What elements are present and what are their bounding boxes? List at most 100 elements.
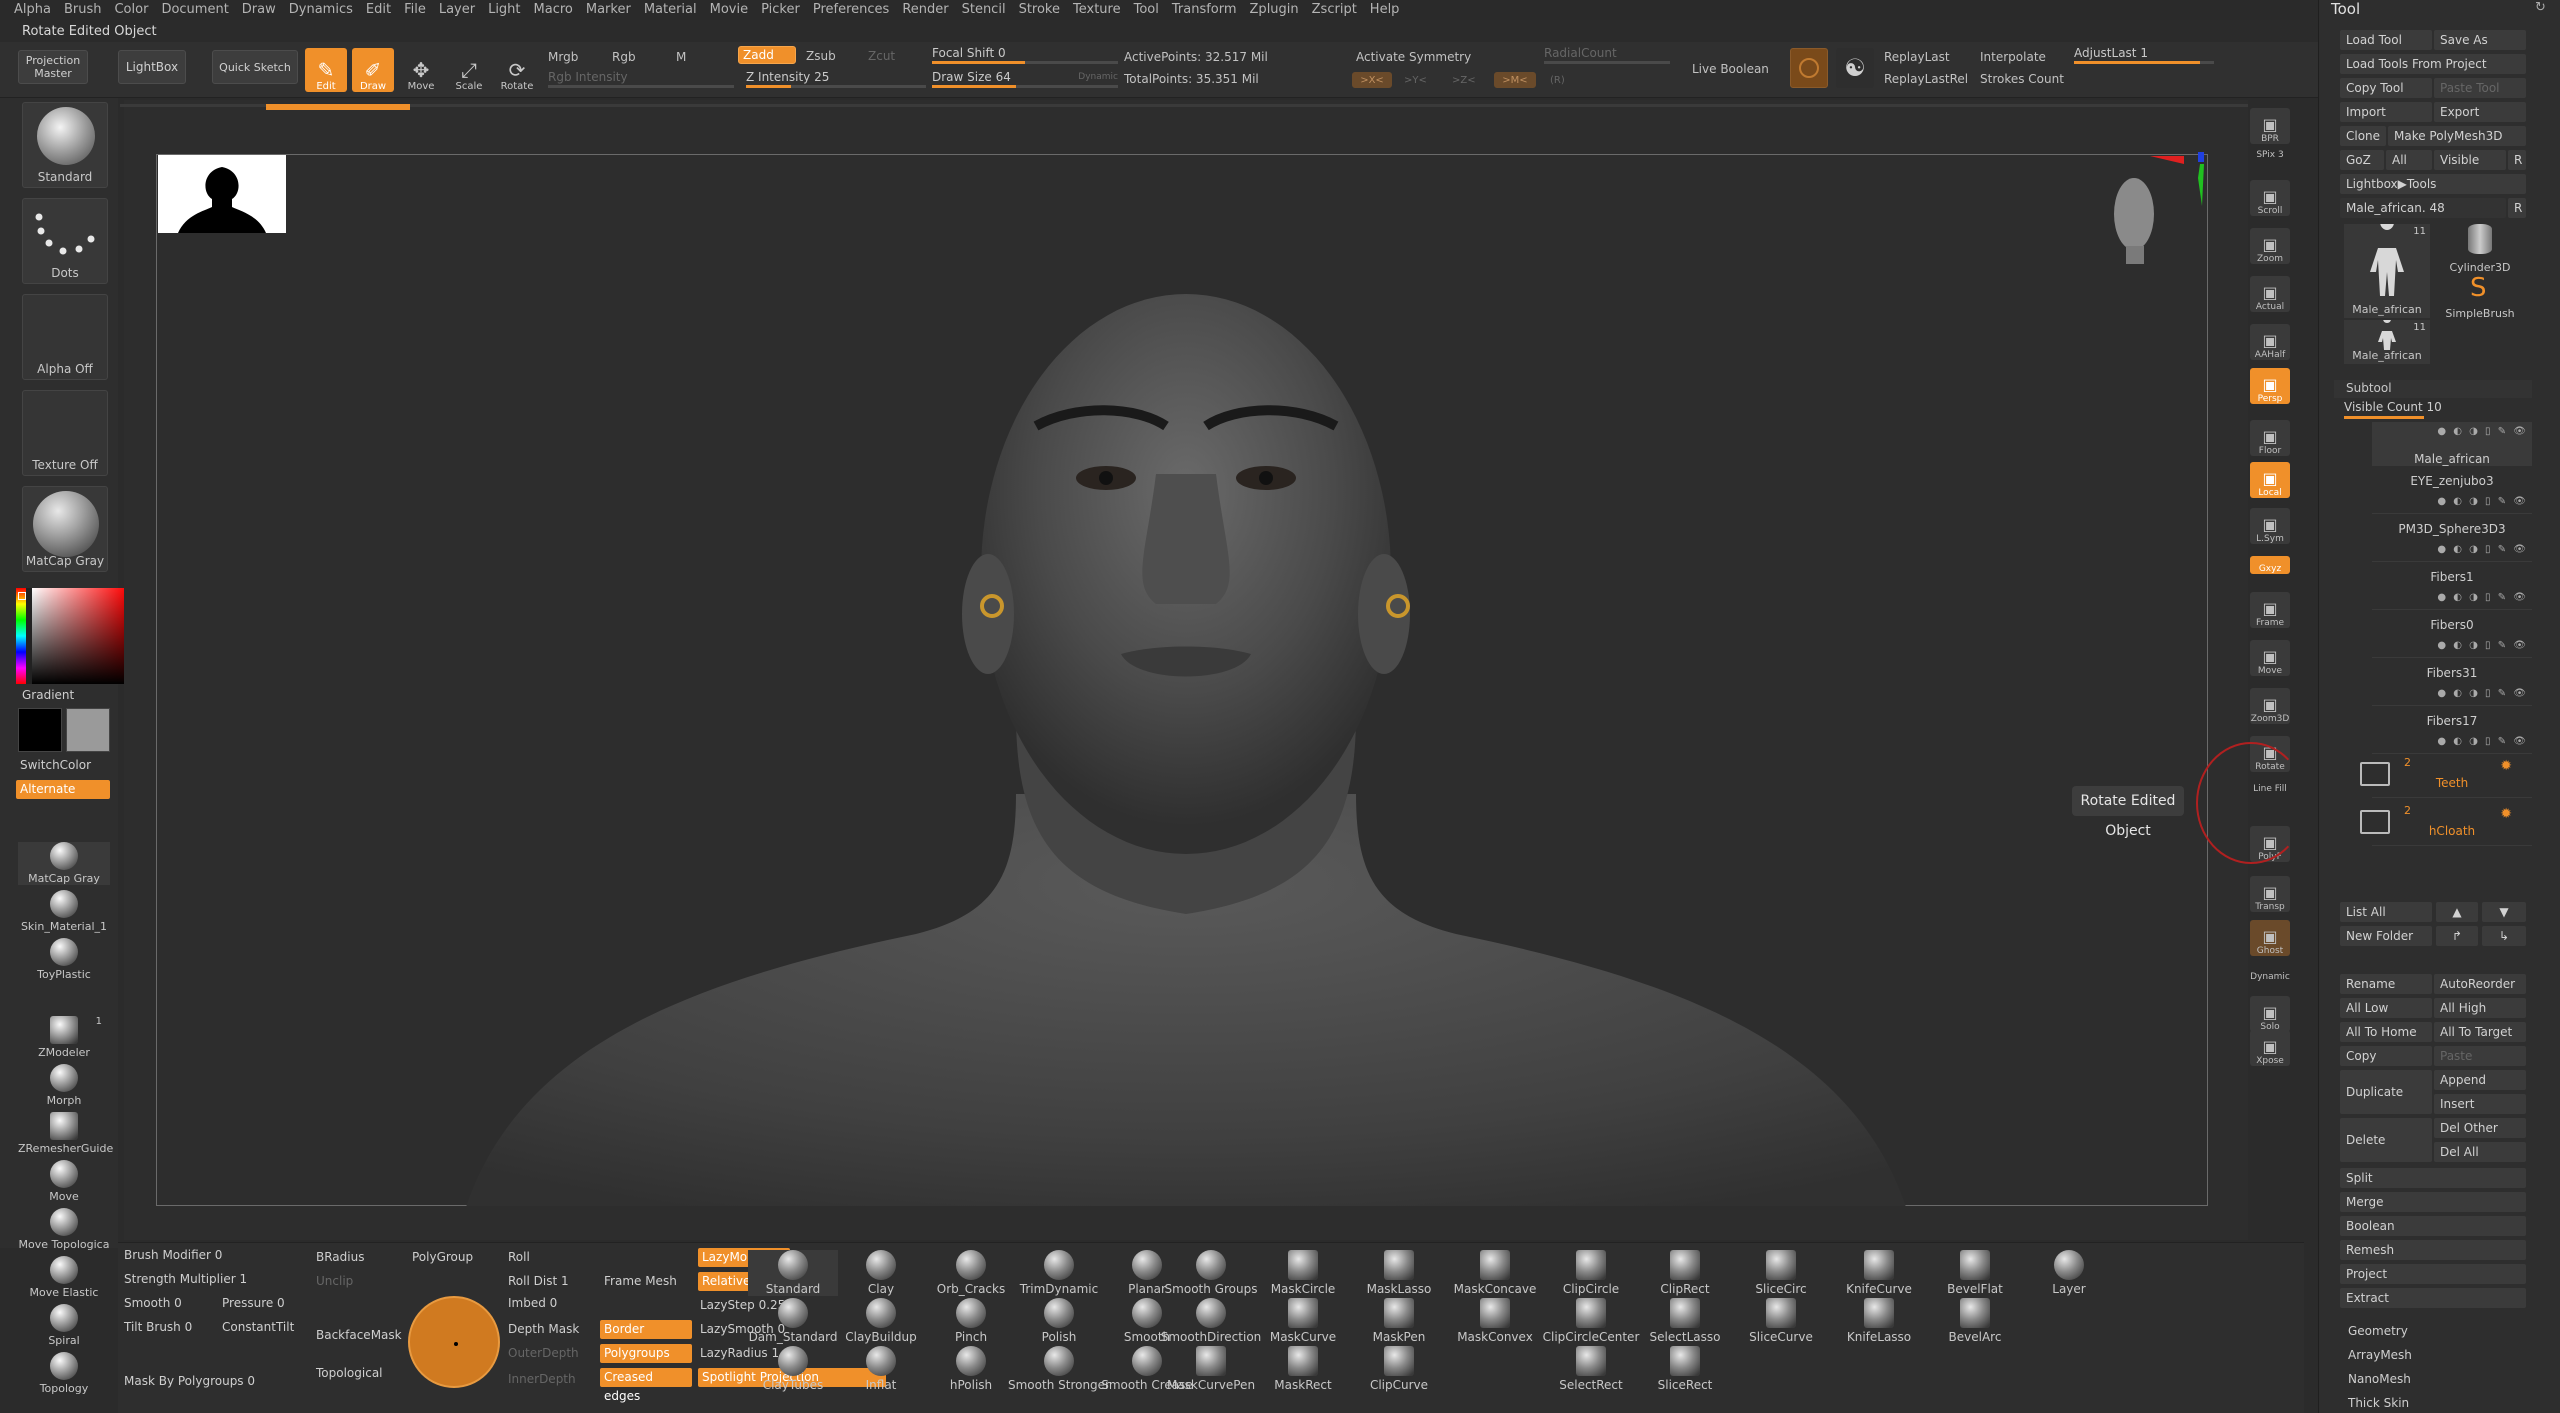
rgb-button[interactable]: Rgb	[612, 50, 636, 64]
brush-orb-cracks[interactable]: Orb_Cracks	[926, 1250, 1016, 1296]
menu-file[interactable]: File	[404, 0, 439, 20]
subtool-row-male-african[interactable]: Male_african ● ◐ ◑ ▯ ✎ 👁	[2372, 422, 2532, 466]
brush-pinch[interactable]: Pinch	[926, 1298, 1016, 1344]
goz-visible-button[interactable]: Visible	[2434, 150, 2506, 170]
subtool-row-fibers1[interactable]: Fibers1 ● ◐ ◑ ▯ ✎ 👁	[2372, 566, 2532, 610]
radial-count-slider[interactable]: RadialCount	[1544, 46, 1670, 64]
constant-tilt-button[interactable]: ConstantTilt	[222, 1320, 294, 1334]
brush-maskpen[interactable]: MaskPen	[1354, 1298, 1444, 1344]
brush-clipcurve[interactable]: ClipCurve	[1354, 1346, 1444, 1392]
save-as-button[interactable]: Save As	[2434, 30, 2526, 50]
tool-thumb-male-african-2[interactable]: 11 Male_african	[2344, 315, 2430, 364]
brush-modifier-slider[interactable]: Brush Modifier 0	[124, 1248, 222, 1262]
sym-z-button[interactable]: >Z<	[1452, 74, 1476, 88]
menu-dynamics[interactable]: Dynamics	[289, 0, 366, 20]
sym-x-button[interactable]: >X<	[1352, 72, 1392, 88]
menu-document[interactable]: Document	[161, 0, 241, 20]
section-nanomesh[interactable]: NanoMesh	[2348, 1372, 2411, 1386]
smooth-slider[interactable]: Smooth 0	[124, 1296, 182, 1310]
brush-slicecirc[interactable]: SliceCirc	[1736, 1250, 1826, 1296]
shelf-spix-3-button[interactable]: SPix 3	[2250, 142, 2290, 160]
make-polymesh-button[interactable]: Make PolyMesh3D	[2388, 126, 2526, 146]
tool-slot-move-elastic[interactable]: Move Elastic	[18, 1256, 110, 1299]
brush-maskconvex[interactable]: MaskConvex	[1450, 1298, 1540, 1344]
move-down-button[interactable]: ▼	[2482, 902, 2526, 922]
subtool-visibility-icon[interactable]: ● ◐ ◑ ▯ ✎ 👁	[2437, 496, 2528, 509]
material-slot-toyplastic[interactable]: ToyPlastic	[18, 938, 110, 981]
tool-slot-move-topologica[interactable]: Move Topologica	[18, 1208, 110, 1251]
border-button[interactable]: Border	[600, 1320, 692, 1339]
pressure-slider[interactable]: Pressure 0	[222, 1296, 285, 1310]
move-up-button[interactable]: ▲	[2436, 902, 2478, 922]
zsub-button[interactable]: Zsub	[806, 49, 836, 63]
copy-subtool-button[interactable]: Copy	[2340, 1046, 2432, 1066]
merge-button[interactable]: Merge	[2340, 1192, 2526, 1212]
tool-thumb-cylinder3d[interactable]: Cylinder3D	[2434, 224, 2526, 274]
paste-tool-button[interactable]: Paste Tool	[2434, 78, 2526, 98]
shelf-l-sym-button[interactable]: ▣ L.Sym	[2250, 508, 2290, 544]
alternate-button[interactable]: Alternate	[16, 780, 110, 799]
brush-hpolish[interactable]: hPolish	[926, 1346, 1016, 1392]
projection-master-button[interactable]: Projection Master	[18, 50, 88, 84]
texture-picker[interactable]: Texture Off	[22, 390, 108, 476]
menu-stroke[interactable]: Stroke	[1019, 0, 1073, 20]
rgb-intensity-slider[interactable]: Rgb Intensity	[548, 70, 734, 88]
tool-thumb-male-african[interactable]: 11 Male_african	[2344, 214, 2430, 318]
tool-slot-zmodeler[interactable]: ZModeler 1	[18, 1016, 110, 1059]
all-high-button[interactable]: All High	[2434, 998, 2526, 1018]
all-to-home-button[interactable]: All To Home	[2340, 1022, 2432, 1042]
brush-maskcurve[interactable]: MaskCurve	[1258, 1298, 1348, 1344]
tool-slot-move[interactable]: Move	[18, 1160, 110, 1203]
shelf-move-button[interactable]: ▣ Move	[2250, 640, 2290, 676]
paste-subtool-button[interactable]: Paste	[2434, 1046, 2526, 1066]
tool-slot-topology[interactable]: Topology	[18, 1352, 110, 1395]
adjust-last-slider[interactable]: AdjustLast 1	[2074, 46, 2214, 64]
subtool-visibility-icon[interactable]: ● ◐ ◑ ▯ ✎ 👁	[2437, 688, 2528, 701]
saturation-square[interactable]	[32, 588, 128, 684]
tilt-brush-slider[interactable]: Tilt Brush 0	[124, 1320, 192, 1334]
shelf-zoom3d-button[interactable]: ▣ Zoom3D	[2250, 688, 2290, 724]
load-tool-button[interactable]: Load Tool	[2340, 30, 2432, 50]
del-all-button[interactable]: Del All	[2434, 1142, 2526, 1162]
lightbox-tools-button[interactable]: Lightbox▶Tools	[2340, 174, 2526, 194]
draw-button[interactable]: ✐ Draw	[352, 48, 394, 92]
folder-row-teeth[interactable]: 2 Teeth ✹	[2360, 754, 2532, 798]
replay-last-button[interactable]: ReplayLast	[1884, 50, 1950, 64]
menu-zplugin[interactable]: Zplugin	[1250, 0, 1312, 20]
shelf-frame-button[interactable]: ▣ Frame	[2250, 592, 2290, 628]
sym-m-button[interactable]: >M<	[1494, 72, 1536, 88]
brush-knifecurve[interactable]: KnifeCurve	[1834, 1250, 1924, 1296]
z-intensity-slider[interactable]: Z Intensity 25	[746, 70, 926, 88]
current-tool-slider[interactable]: Male_african. 48	[2340, 198, 2506, 218]
section-arraymesh[interactable]: ArrayMesh	[2348, 1348, 2412, 1362]
shelf-aahalf-button[interactable]: ▣ AAHalf	[2250, 324, 2290, 360]
shelf-gxyz-button[interactable]: Gxyz	[2250, 556, 2290, 574]
menu-tool[interactable]: Tool	[1134, 0, 1172, 20]
quick-sketch-button[interactable]: Quick Sketch	[212, 50, 298, 84]
brush-cliprect[interactable]: ClipRect	[1640, 1250, 1730, 1296]
goz-r-button[interactable]: R	[2508, 150, 2526, 170]
material-picker[interactable]: MatCap Gray	[22, 486, 108, 572]
menu-picker[interactable]: Picker	[761, 0, 813, 20]
append-button[interactable]: Append	[2434, 1070, 2526, 1090]
menu-alpha[interactable]: Alpha	[14, 0, 64, 20]
menu-macro[interactable]: Macro	[534, 0, 586, 20]
menu-texture[interactable]: Texture	[1073, 0, 1134, 20]
frame-mesh-button[interactable]: Frame Mesh	[604, 1274, 677, 1288]
move-to-top-button[interactable]: ↱	[2436, 926, 2478, 946]
sym-r-button[interactable]: (R)	[1550, 74, 1565, 88]
visible-count-slider[interactable]: Visible Count 10	[2344, 400, 2442, 414]
live-boolean-toggle[interactable]	[1790, 48, 1828, 88]
secondary-color-swatch[interactable]	[66, 708, 110, 752]
subtool-visibility-icon[interactable]: ● ◐ ◑ ▯ ✎ 👁	[2437, 544, 2528, 557]
brush-layer[interactable]: Layer	[2024, 1250, 2114, 1296]
rename-button[interactable]: Rename	[2340, 974, 2432, 994]
current-tool-r-button[interactable]: R	[2508, 198, 2526, 218]
brush-knifelasso[interactable]: KnifeLasso	[1834, 1298, 1924, 1344]
shelf-zoom-button[interactable]: ▣ Zoom	[2250, 228, 2290, 264]
brush-claytubes[interactable]: ClayTubes	[748, 1346, 838, 1392]
project-button[interactable]: Project	[2340, 1264, 2526, 1284]
male-african-sculpt[interactable]	[156, 154, 2206, 1206]
brush-polish[interactable]: Polish	[1014, 1298, 1104, 1344]
activate-symmetry-button[interactable]: Activate Symmetry	[1356, 50, 1471, 64]
